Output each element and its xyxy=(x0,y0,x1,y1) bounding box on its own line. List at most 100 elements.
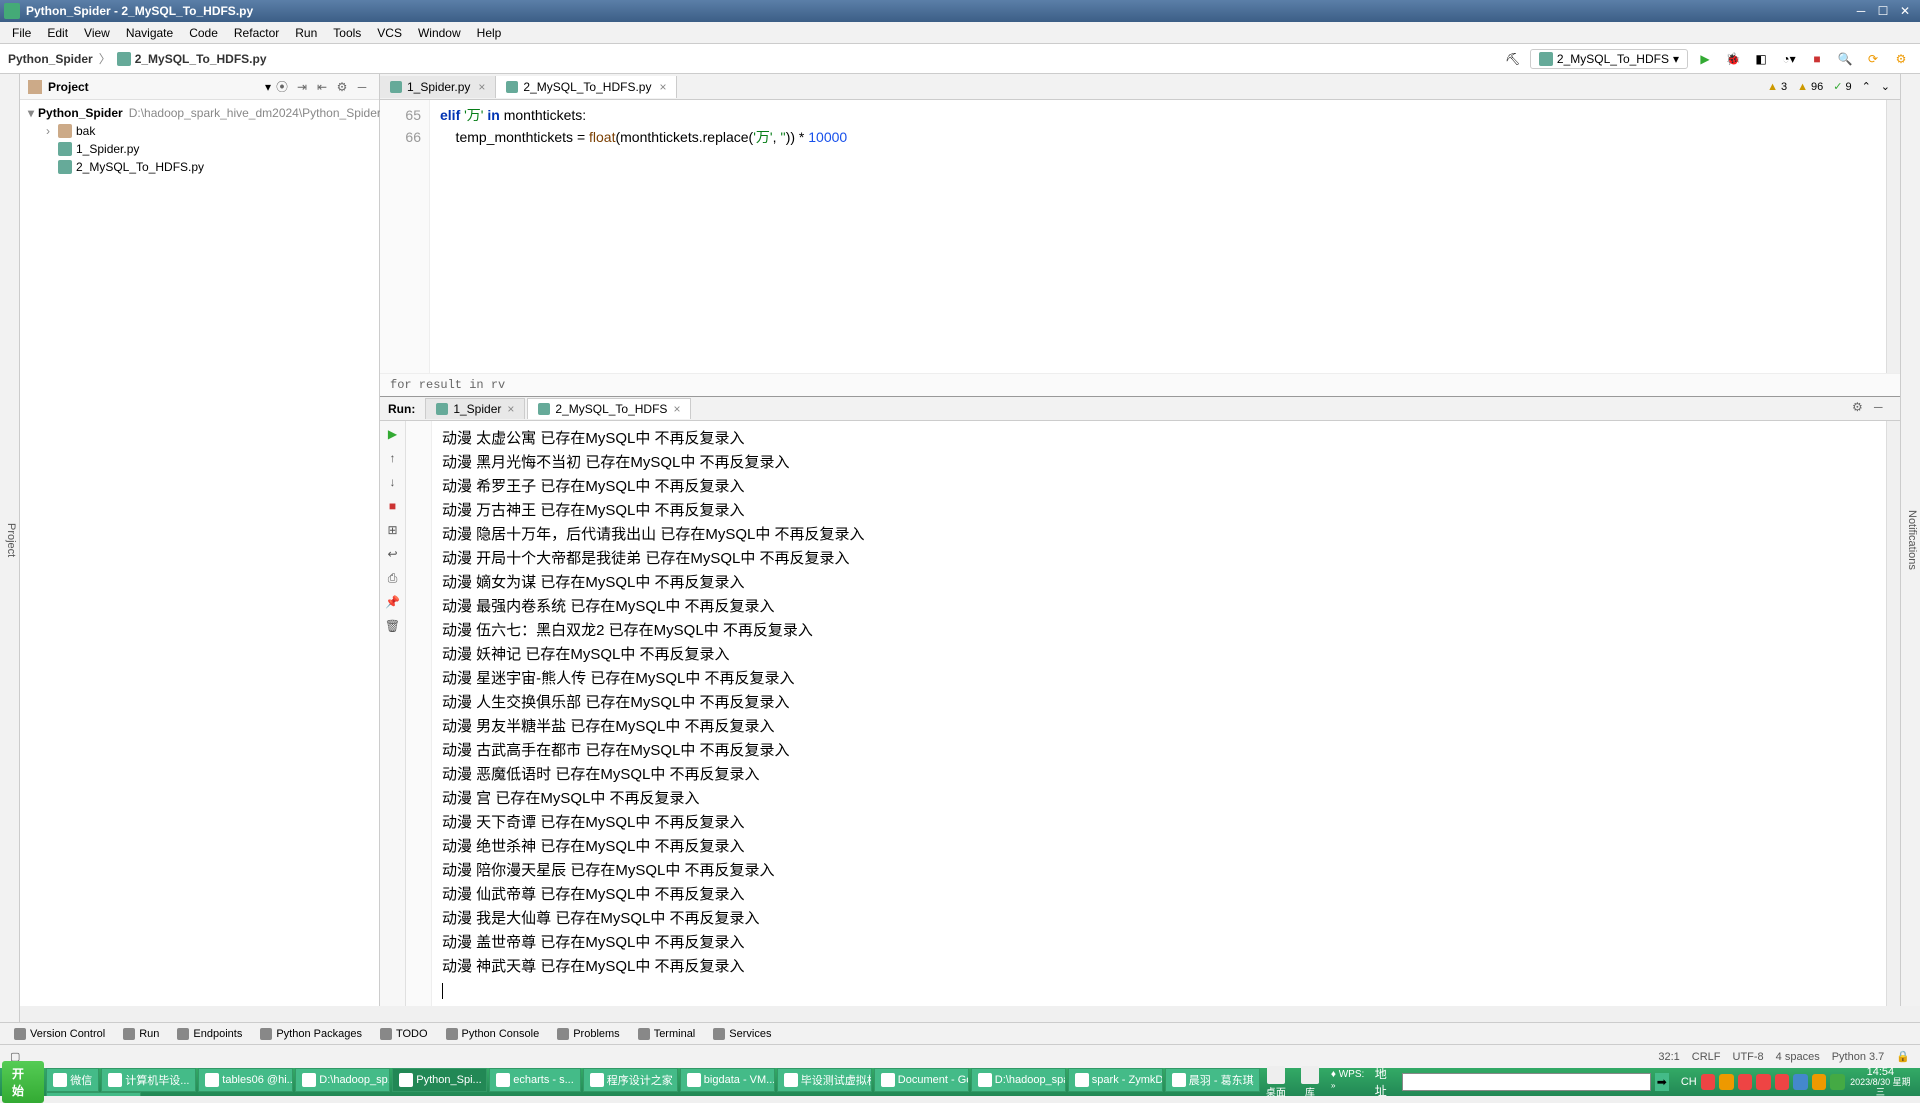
clock[interactable]: 14:54 2023/8/30 星期三 xyxy=(1849,1066,1912,1098)
lock-icon[interactable]: 🔒 xyxy=(1896,1050,1910,1063)
rerun-button[interactable]: ▶ xyxy=(384,425,402,443)
close-button[interactable]: ✕ xyxy=(1894,2,1916,20)
tree-item[interactable]: 1_Spider.py xyxy=(20,140,379,158)
taskbar-item[interactable]: tables06 @hi... xyxy=(198,1068,293,1092)
run-tab[interactable]: 2_MySQL_To_HDFS× xyxy=(527,398,691,419)
tray-icon[interactable] xyxy=(1793,1074,1808,1090)
taskbar-item[interactable]: echarts - s... xyxy=(489,1068,581,1092)
soft-wrap-button[interactable]: ↩ xyxy=(384,545,402,563)
layout-button[interactable]: ⊞ xyxy=(384,521,402,539)
menu-edit[interactable]: Edit xyxy=(39,24,76,42)
console-scrollbar[interactable] xyxy=(1886,421,1900,1006)
locate-icon[interactable]: ⦿ xyxy=(273,78,291,96)
taskbar-item[interactable]: spark - ZymkDe... xyxy=(1068,1068,1163,1092)
breadcrumb-file[interactable]: 2_MySQL_To_HDFS.py xyxy=(135,52,267,66)
tray-icon[interactable] xyxy=(1701,1074,1716,1090)
menu-navigate[interactable]: Navigate xyxy=(118,24,181,42)
taskbar-item[interactable]: D:\hadoop_spark... xyxy=(971,1068,1066,1092)
tray-icon[interactable] xyxy=(1738,1074,1753,1090)
clear-button[interactable]: 🗑 xyxy=(384,617,402,635)
menu-window[interactable]: Window xyxy=(410,24,469,42)
project-root[interactable]: ▾ Python_Spider D:\hadoop_spark_hive_dm2… xyxy=(20,104,379,122)
taskbar-item[interactable]: 程序设计之家 xyxy=(583,1068,678,1092)
code-breadcrumb[interactable]: for result in rv xyxy=(380,373,1900,396)
tree-item[interactable]: 2_MySQL_To_HDFS.py xyxy=(20,158,379,176)
bottom-tab-run[interactable]: Run xyxy=(115,1026,167,1042)
search-icon[interactable]: 🔍 xyxy=(1834,48,1856,70)
taskbar-item[interactable]: bigdata - VM... xyxy=(680,1068,775,1092)
gear-icon[interactable]: ⚙ xyxy=(1852,400,1870,418)
print-button[interactable]: ⎙ xyxy=(384,569,402,587)
taskbar-item[interactable]: D:\hadoop_sp... xyxy=(295,1068,390,1092)
maximize-button[interactable]: ☐ xyxy=(1872,2,1894,20)
taskbar-item[interactable]: Python_Spi... xyxy=(392,1068,487,1092)
scroll-up-button[interactable]: ↑ xyxy=(384,449,402,467)
coverage-button[interactable]: ◧ xyxy=(1750,48,1772,70)
run-config-selector[interactable]: 2_MySQL_To_HDFS ▾ xyxy=(1530,49,1688,69)
build-icon[interactable]: ⛏ xyxy=(1502,48,1524,70)
ide-settings-icon[interactable]: ⚙ xyxy=(1890,48,1912,70)
taskbar-item[interactable]: 毕设测试虚拟机 xyxy=(777,1068,872,1092)
taskbar-item[interactable]: Document - Goo... xyxy=(874,1068,969,1092)
taskbar-item[interactable]: 微信 xyxy=(46,1068,99,1092)
stop-button[interactable]: ■ xyxy=(1806,48,1828,70)
bottom-tab-terminal[interactable]: Terminal xyxy=(630,1026,704,1042)
editor-scrollbar[interactable] xyxy=(1886,100,1900,373)
caret-position[interactable]: 32:1 xyxy=(1658,1051,1679,1063)
run-tab[interactable]: 1_Spider× xyxy=(425,398,525,419)
encoding[interactable]: UTF-8 xyxy=(1733,1051,1764,1063)
minimize-panel-icon[interactable]: ─ xyxy=(1874,400,1892,418)
gear-icon[interactable]: ⚙ xyxy=(333,78,351,96)
taskbar-item[interactable]: 晨羽 - 葛东琪 xyxy=(1165,1068,1260,1092)
tray-icon[interactable] xyxy=(1775,1074,1790,1090)
editor-tab[interactable]: 2_MySQL_To_HDFS.py× xyxy=(496,76,677,98)
address-input[interactable] xyxy=(1402,1073,1651,1091)
tray-icon[interactable] xyxy=(1719,1074,1734,1090)
profile-button[interactable]: ◔▾ xyxy=(1778,48,1800,70)
tray-icon[interactable] xyxy=(1830,1074,1845,1090)
project-tool-tab[interactable]: Project xyxy=(0,74,20,1006)
pin-button[interactable]: 📌 xyxy=(384,593,402,611)
quick-launch-桌面[interactable]: 桌面 xyxy=(1261,1066,1291,1099)
indent[interactable]: 4 spaces xyxy=(1776,1051,1820,1063)
menu-view[interactable]: View xyxy=(76,24,118,42)
tree-item[interactable]: ›bak xyxy=(20,122,379,140)
system-tray[interactable]: CH 14:54 2023/8/30 星期三 xyxy=(1675,1066,1918,1098)
menu-vcs[interactable]: VCS xyxy=(369,24,410,42)
minimize-panel-icon[interactable]: ─ xyxy=(353,78,371,96)
breadcrumb-root[interactable]: Python_Spider xyxy=(8,52,93,66)
menu-tools[interactable]: Tools xyxy=(325,24,369,42)
menu-help[interactable]: Help xyxy=(469,24,510,42)
collapse-all-icon[interactable]: ⇤ xyxy=(313,78,331,96)
editor-tab[interactable]: 1_Spider.py× xyxy=(380,76,496,98)
run-button[interactable]: ▶ xyxy=(1694,48,1716,70)
bottom-tab-python-console[interactable]: Python Console xyxy=(438,1026,548,1042)
minimize-button[interactable]: ─ xyxy=(1850,2,1872,20)
stop-button[interactable]: ■ xyxy=(384,497,402,515)
taskbar-item[interactable]: 计算机毕设... xyxy=(101,1068,196,1092)
bottom-tab-problems[interactable]: Problems xyxy=(549,1026,627,1042)
start-button[interactable]: 开始 xyxy=(2,1061,44,1103)
inspection-widget[interactable]: ▲3 ▲96 ✓9 ⌃⌄ xyxy=(1757,74,1900,100)
tray-icon[interactable] xyxy=(1812,1074,1827,1090)
expand-all-icon[interactable]: ⇥ xyxy=(293,78,311,96)
quick-launch-库[interactable]: 库 xyxy=(1295,1066,1325,1099)
bottom-tab-version-control[interactable]: Version Control xyxy=(6,1026,113,1042)
bottom-tab-python-packages[interactable]: Python Packages xyxy=(252,1026,370,1042)
debug-button[interactable]: 🐞 xyxy=(1722,48,1744,70)
chevron-down-icon[interactable]: ▾ xyxy=(265,80,271,94)
interpreter[interactable]: Python 3.7 xyxy=(1832,1051,1885,1063)
go-button[interactable]: ➡ xyxy=(1655,1073,1669,1091)
bottom-tab-services[interactable]: Services xyxy=(705,1026,779,1042)
menu-refactor[interactable]: Refactor xyxy=(226,24,287,42)
close-tab-icon[interactable]: × xyxy=(478,80,485,94)
scroll-down-button[interactable]: ↓ xyxy=(384,473,402,491)
editor[interactable]: 6566 elif '万' in monthtickets: temp_mont… xyxy=(380,100,1900,373)
structure-tool-tab[interactable] xyxy=(0,1006,20,1022)
notifications-tool-tab[interactable]: Notifications xyxy=(1900,74,1920,1006)
menu-file[interactable]: File xyxy=(4,24,39,42)
console-output[interactable]: 动漫 太虚公寓 已存在MySQL中 不再反复录入动漫 黑月光悔不当初 已存在My… xyxy=(432,421,1886,1006)
menu-run[interactable]: Run xyxy=(287,24,325,42)
sync-icon[interactable]: ⟳ xyxy=(1862,48,1884,70)
close-tab-icon[interactable]: × xyxy=(659,80,666,94)
